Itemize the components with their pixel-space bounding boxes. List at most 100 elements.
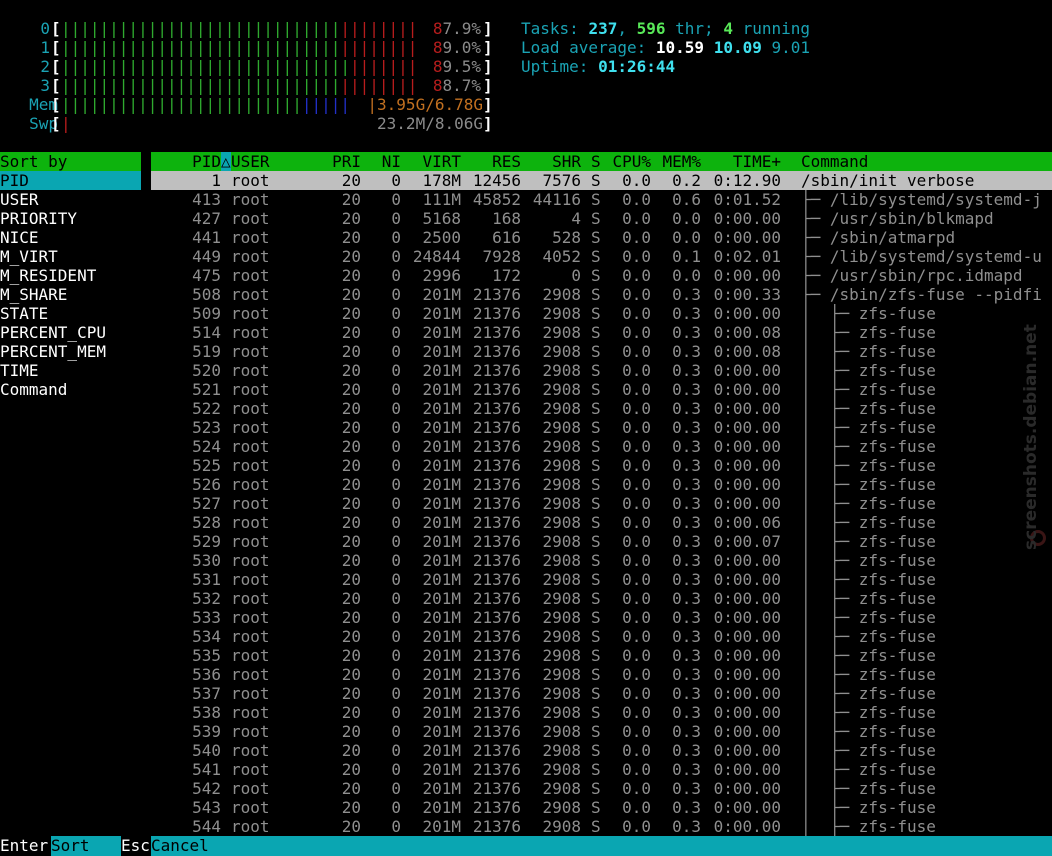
cell-shr: 4052 <box>542 247 581 266</box>
process-row[interactable]: 532 root 20 0 201M 21376 2908 S 0.0 0.3 0:00.00 │ ├… <box>151 589 1052 608</box>
process-row[interactable]: 1 root 20 0 178M 12456 7576 S 0.0 0.2 0:12.90/sbin… <box>151 171 1052 190</box>
cell-cpu: 0.0 <box>622 266 651 285</box>
process-row[interactable]: 543 root 20 0 201M 21376 2908 S 0.0 0.3 0:00.00 │ ├… <box>151 798 1052 817</box>
process-row[interactable]: 530 root 20 0 201M 21376 2908 S 0.0 0.3 0:00.00 │ ├… <box>151 551 1052 570</box>
cell-shr: 2908 <box>542 475 581 494</box>
process-row[interactable]: 413 root 20 0 111M 45852 44116 S 0.0 0.6 0:01.52 ├─… <box>151 190 1052 209</box>
cell-command: ├─ /usr/sbin/blkmapd <box>801 209 994 228</box>
column-header-res[interactable]: RES <box>461 152 521 171</box>
process-row[interactable]: 533 root 20 0 201M 21376 2908 S 0.0 0.3 0:00.00 │ ├… <box>151 608 1052 627</box>
sort-action-button[interactable]: Sort <box>51 836 121 856</box>
mem-meter-close-bracket: ] <box>483 95 493 114</box>
process-row[interactable]: 475 root 20 0 2996 172 0 S 0.0 0.0 0:00.00 ├─ /usr/… <box>151 266 1052 285</box>
process-row[interactable]: 535 root 20 0 201M 21376 2908 S 0.0 0.3 0:00.00 │ ├… <box>151 646 1052 665</box>
cell-mem: 0.3 <box>672 646 701 665</box>
process-row[interactable]: 427 root 20 0 5168 168 4 S 0.0 0.0 0:00.00 ├─ /usr/… <box>151 209 1052 228</box>
sort-option-command[interactable]: Command <box>0 380 141 399</box>
sort-option-nice[interactable]: NICE <box>0 228 141 247</box>
enter-key[interactable]: Enter <box>0 836 51 856</box>
cell-command: ├─ /lib/systemd/systemd-u <box>801 247 1042 266</box>
cell-pri: 20 <box>341 190 361 209</box>
cell-pid: 508 <box>192 285 221 304</box>
cell-virt: 201M <box>422 703 461 722</box>
process-row[interactable]: 541 root 20 0 201M 21376 2908 S 0.0 0.3 0:00.00 │ ├… <box>151 760 1052 779</box>
cell-s: S <box>591 589 601 608</box>
column-header-pid[interactable]: PID <box>151 152 221 171</box>
process-row[interactable]: 539 root 20 0 201M 21376 2908 S 0.0 0.3 0:00.00 │ ├… <box>151 722 1052 741</box>
column-header-mem[interactable]: MEM% <box>651 152 701 171</box>
cell-cpu: 0.0 <box>622 798 651 817</box>
process-row[interactable]: 534 root 20 0 201M 21376 2908 S 0.0 0.3 0:00.00 │ ├… <box>151 627 1052 646</box>
sort-option-percent-mem[interactable]: PERCENT_MEM <box>0 342 141 361</box>
cell-mem: 0.3 <box>672 798 701 817</box>
column-header-command[interactable]: Command <box>801 152 868 171</box>
process-row[interactable]: 526 root 20 0 201M 21376 2908 S 0.0 0.3 0:00.00 │ ├… <box>151 475 1052 494</box>
command-text: /usr/sbin/blkmapd <box>829 209 994 228</box>
process-row[interactable]: 527 root 20 0 201M 21376 2908 S 0.0 0.3 0:00.00 │ ├… <box>151 494 1052 513</box>
sort-option-user[interactable]: USER <box>0 190 141 209</box>
cell-cpu: 0.0 <box>622 551 651 570</box>
process-row[interactable]: 537 root 20 0 201M 21376 2908 S 0.0 0.3 0:00.00 │ ├… <box>151 684 1052 703</box>
sort-option-m-virt[interactable]: M_VIRT <box>0 247 141 266</box>
process-row[interactable]: 540 root 20 0 201M 21376 2908 S 0.0 0.3 0:00.00 │ ├… <box>151 741 1052 760</box>
process-row[interactable]: 544 root 20 0 201M 21376 2908 S 0.0 0.3 0:00.00 │ ├… <box>151 817 1052 836</box>
process-row[interactable]: 508 root 20 0 201M 21376 2908 S 0.0 0.3 0:00.33 ├─ … <box>151 285 1052 304</box>
cell-user: root <box>231 475 270 494</box>
sort-option-priority[interactable]: PRIORITY <box>0 209 141 228</box>
esc-key[interactable]: Esc <box>121 836 151 856</box>
sort-option-m-share[interactable]: M_SHARE <box>0 285 141 304</box>
sort-option-time[interactable]: TIME <box>0 361 141 380</box>
process-row[interactable]: 531 root 20 0 201M 21376 2908 S 0.0 0.3 0:00.00 │ ├… <box>151 570 1052 589</box>
process-row[interactable]: 524 root 20 0 201M 21376 2908 S 0.0 0.3 0:00.00 │ ├… <box>151 437 1052 456</box>
process-row[interactable]: 520 root 20 0 201M 21376 2908 S 0.0 0.3 0:00.00 │ ├… <box>151 361 1052 380</box>
process-row[interactable]: 522 root 20 0 201M 21376 2908 S 0.0 0.3 0:00.00 │ ├… <box>151 399 1052 418</box>
process-row[interactable]: 525 root 20 0 201M 21376 2908 S 0.0 0.3 0:00.00 │ ├… <box>151 456 1052 475</box>
process-row[interactable]: 542 root 20 0 201M 21376 2908 S 0.0 0.3 0:00.00 │ ├… <box>151 779 1052 798</box>
sort-option-state[interactable]: STATE <box>0 304 141 323</box>
process-row[interactable]: 536 root 20 0 201M 21376 2908 S 0.0 0.3 0:00.00 │ ├… <box>151 665 1052 684</box>
column-header-time[interactable]: TIME+ <box>701 152 781 171</box>
column-header-state[interactable]: S <box>591 152 601 171</box>
cell-virt: 201M <box>422 361 461 380</box>
cell-time: 0:00.00 <box>713 608 781 627</box>
threads-count: 596 <box>636 19 666 38</box>
cell-ni: 0 <box>391 627 401 646</box>
tree-branch: ├─ <box>801 228 830 247</box>
sort-option-m-resident[interactable]: M_RESIDENT <box>0 266 141 285</box>
cell-ni: 0 <box>391 285 401 304</box>
sort-option-pid[interactable]: PID <box>0 171 141 190</box>
cell-ni: 0 <box>391 190 401 209</box>
cell-virt: 201M <box>422 817 461 836</box>
cell-pri: 20 <box>341 418 361 437</box>
uptime-value: 01:26:44 <box>598 57 676 76</box>
cancel-action-button[interactable]: Cancel <box>151 836 251 856</box>
process-row[interactable]: 529 root 20 0 201M 21376 2908 S 0.0 0.3 0:00.07 │ ├… <box>151 532 1052 551</box>
cell-command: │ ├─ zfs-fuse <box>801 665 936 684</box>
process-row[interactable]: 509 root 20 0 201M 21376 2908 S 0.0 0.3 0:00.00 │ ├… <box>151 304 1052 323</box>
column-header-cpu[interactable]: CPU% <box>601 152 651 171</box>
column-header-shr[interactable]: SHR <box>521 152 581 171</box>
cpu-meter-value: 89.0% <box>432 38 481 57</box>
process-row[interactable]: 449 root 20 0 24844 7928 4052 S 0.0 0.1 0:02.01 ├─ … <box>151 247 1052 266</box>
process-row[interactable]: 519 root 20 0 201M 21376 2908 S 0.0 0.3 0:00.08 │ ├… <box>151 342 1052 361</box>
process-row[interactable]: 523 root 20 0 201M 21376 2908 S 0.0 0.3 0:00.00 │ ├… <box>151 418 1052 437</box>
column-header-pri[interactable]: PRI <box>321 152 361 171</box>
column-header-virt[interactable]: VIRT <box>401 152 461 171</box>
cell-virt: 201M <box>422 741 461 760</box>
column-header-ni[interactable]: NI <box>361 152 401 171</box>
process-row[interactable]: 521 root 20 0 201M 21376 2908 S 0.0 0.3 0:00.00 │ ├… <box>151 380 1052 399</box>
sort-option-percent-cpu[interactable]: PERCENT_CPU <box>0 323 141 342</box>
process-row[interactable]: 528 root 20 0 201M 21376 2908 S 0.0 0.3 0:00.06 │ ├… <box>151 513 1052 532</box>
process-row[interactable]: 538 root 20 0 201M 21376 2908 S 0.0 0.3 0:00.00 │ ├… <box>151 703 1052 722</box>
cell-s: S <box>591 342 601 361</box>
process-row[interactable]: 441 root 20 0 2500 616 528 S 0.0 0.0 0:00.00 ├─ /sb… <box>151 228 1052 247</box>
cell-ni: 0 <box>391 741 401 760</box>
cell-res: 45852 <box>472 190 521 209</box>
column-header-user[interactable]: USER <box>231 152 270 171</box>
cpu-meter-bar: ||||||||||||||||||||||||||||||||||||| <box>61 38 418 57</box>
function-key-bar: Enter Sort Esc Cancel <box>0 836 1052 856</box>
cell-command: │ ├─ zfs-fuse <box>801 551 936 570</box>
cell-user: root <box>231 247 270 266</box>
cell-command: │ ├─ zfs-fuse <box>801 361 936 380</box>
process-row[interactable]: 514 root 20 0 201M 21376 2908 S 0.0 0.3 0:00.08 │ ├… <box>151 323 1052 342</box>
